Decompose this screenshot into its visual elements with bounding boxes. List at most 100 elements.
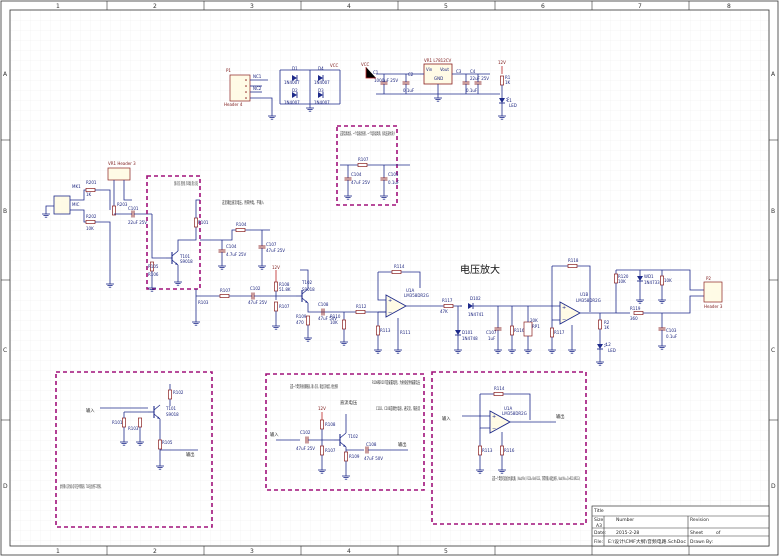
c102-value: 47uF 25V (248, 300, 267, 305)
d4-part: 1N4007 (314, 80, 330, 85)
tb-size-label: Size (594, 517, 603, 523)
vr1-header-label: VR1 Header 3 (108, 161, 136, 166)
tb-date-value: 2015-2-28 (616, 530, 639, 536)
zone-top-1: 1 (56, 3, 60, 10)
c104-value: 47uF 25V (351, 180, 370, 185)
c3-value: 22uF 25V (470, 76, 489, 81)
zone-side-left-b: B (3, 208, 7, 215)
b3-u1a-part: LM358DR2G (502, 411, 527, 416)
vout-pin: Vout (440, 67, 449, 72)
d101-value: 1N4748 (462, 336, 478, 341)
voltage-amp-title: 电压放大 (460, 263, 500, 276)
box2-output-label: 输出 (398, 441, 407, 448)
mic-label: MIC (72, 202, 80, 207)
input-stage-note: 音频输入的交流信号，整流后经电阻，接T102的集电极，使得放大。直流电压 (174, 180, 198, 187)
tb-sheet-value: of (716, 530, 721, 536)
r2-value: 1K (604, 325, 610, 330)
c103-label: C103 (666, 328, 677, 333)
r119-value: 360 (630, 316, 638, 321)
r117-label: R117 (442, 298, 453, 303)
zone-bottom-4: 4 (347, 548, 351, 555)
zone-side-left-c: C (3, 347, 7, 354)
zone-bottom-2: 2 (153, 548, 157, 555)
tb-revision-label: Revision (690, 517, 709, 523)
r112-label: R112 (356, 304, 367, 309)
box2-note: 这是一个典型的射极跟随器，输入信号，输出信号幅度，相位相同 (290, 383, 338, 390)
box3-input-label: 输入 (442, 415, 451, 422)
rp1-value: 20K (530, 318, 538, 323)
b2-c102-value: 47uF 25V (296, 446, 315, 451)
r120-value: 10K (618, 279, 626, 284)
tb-size-value: A3 (596, 523, 602, 529)
b1-r105-label: R105 (162, 440, 173, 445)
r111-label: R111 (400, 330, 411, 335)
d1-label: D1 (292, 66, 298, 71)
l2-led: LED (608, 348, 616, 353)
zone-bottom-3: 3 (250, 548, 254, 555)
b1-r101-label: R101 (112, 420, 123, 425)
rp1-label: RP1 (532, 324, 540, 329)
d101-label: D101 (462, 330, 473, 335)
t101-part: S9018 (180, 259, 193, 264)
r201-value: 1K (86, 192, 92, 197)
r109-value: 470 (296, 320, 304, 325)
schematic-sheet: + − 1 2 3 4 (0, 0, 779, 556)
d1-part: 1N4007 (284, 80, 300, 85)
box2-dc-note: 直流电压 (340, 399, 358, 406)
l1-led: LED (509, 103, 517, 108)
c104-label: C104 (351, 172, 362, 177)
box2-caps-note: C102、C106是耦合电容，通交流，隔直流 (376, 405, 420, 412)
zone-side-right-c: C (771, 347, 775, 354)
zone-top-6: 6 (541, 3, 545, 10)
wd1-label: WD1 (644, 274, 654, 279)
b1-t101-label: T101 (165, 406, 177, 411)
vcc-label-2: VCC (361, 62, 370, 67)
c1-label: C1 (373, 70, 379, 75)
r107b-label: R107 (220, 288, 231, 293)
r117-value: 47K (440, 309, 448, 314)
box3-note: 这是一个典型的运放放大器电路，（Vout/Vin）R114=Vin/R113，可… (492, 475, 580, 482)
u1b-part: LM358DR2G (576, 298, 601, 303)
tb-date-label: Date: (594, 530, 606, 536)
tb-sheet-label: Sheet (690, 530, 703, 536)
c2-value: 0.1uF (403, 88, 415, 93)
b2-c102-label: C102 (300, 430, 311, 435)
c107b-label: C107 (486, 330, 497, 335)
c101-value: 22uF 25V (128, 220, 147, 225)
b1-r103-label: R103 (128, 426, 139, 431)
vcc-label: VCC (330, 63, 339, 68)
r109-label: R109 (296, 314, 307, 319)
d102-value: 1N4741 (468, 312, 484, 317)
r118-label: R118 (568, 258, 579, 263)
box2-input-label: 输入 (270, 431, 279, 438)
tb-drawn-label: Drawn By: (690, 539, 713, 545)
b2-c108-label: C108 (366, 442, 377, 447)
u1b-label: U1B (580, 292, 588, 297)
vin-pin: Vin (426, 67, 433, 72)
b1-t101-part: S9018 (166, 412, 179, 417)
input-stage-side-note: 这里输出直流电压，用来供电，不输入 (222, 199, 264, 206)
box2-side-note: R108和R107是偏置电阻，为射极提供偏置电压 (372, 379, 420, 386)
wd1-value: 1N4733 (644, 280, 660, 285)
r103-label: R103 (198, 300, 209, 305)
tb-file-value: E:\设计\CMF大纲\音频电路.SchDoc (608, 538, 687, 545)
r107-label: R107 (358, 157, 369, 162)
power-filter-note: 这是电源滤波，一个电容滤低频，一个电容滤高频，发电压波纹减小 (340, 130, 395, 137)
title-block: Title Size A3 Number Revision Date: 2015… (591, 505, 770, 547)
r110-label: R110 (330, 314, 341, 319)
zone-bottom-1: 1 (56, 548, 60, 555)
d2-label: D2 (292, 88, 298, 93)
zone-top-3: 3 (250, 3, 254, 10)
r105-label: R105 (148, 264, 159, 269)
c105-label: C105 (388, 172, 399, 177)
r117b-label: R117 (554, 330, 565, 335)
r119-label: R119 (630, 306, 641, 311)
b2-c108-value: 47uF 50V (364, 456, 383, 461)
zone-top-5: 5 (444, 3, 448, 10)
zone-top-4: 4 (347, 3, 351, 10)
t102-label: T102 (301, 280, 313, 285)
c4-label: C4 (470, 69, 476, 74)
c103-value: 0.1uF (666, 334, 678, 339)
c102-label: C102 (250, 286, 261, 291)
r106-label: R106 (148, 272, 159, 277)
